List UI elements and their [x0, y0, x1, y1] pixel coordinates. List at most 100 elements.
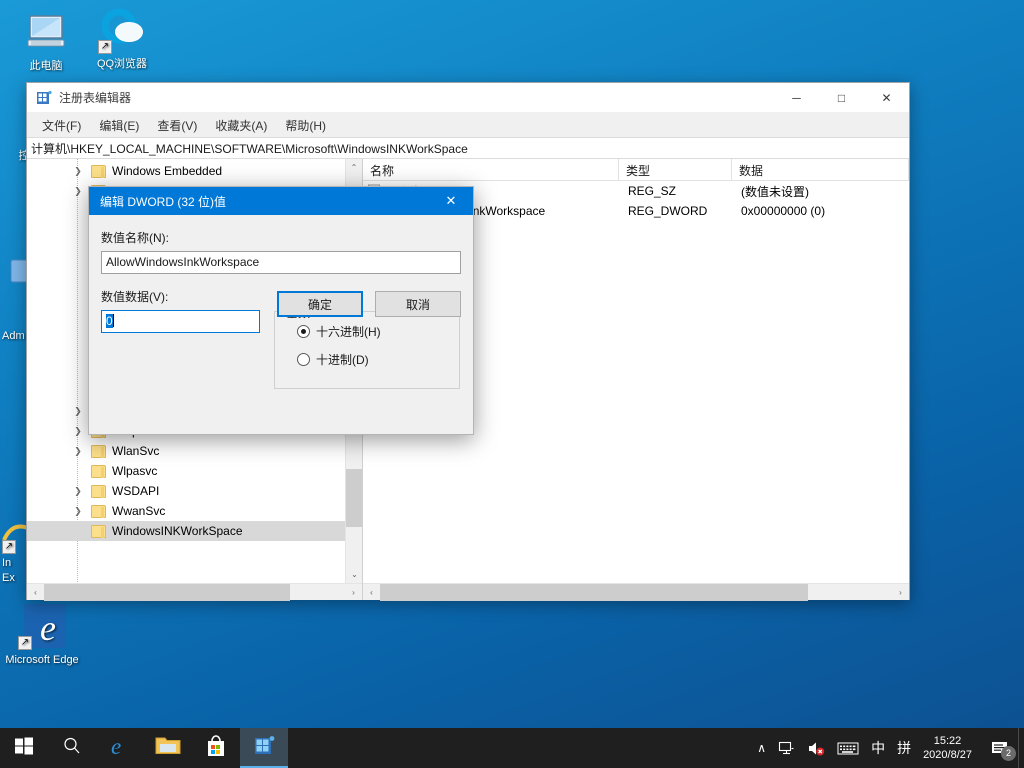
window-titlebar[interactable]: 注册表编辑器 ─ □ ✕: [27, 83, 909, 113]
folder-icon: [91, 164, 106, 178]
list-hscroll-thumb[interactable]: [380, 583, 808, 601]
start-button[interactable]: [0, 728, 48, 768]
cancel-button[interactable]: 取消: [375, 291, 461, 317]
radio-label: 十六进制(H): [316, 325, 381, 339]
tree-scroll-thumb[interactable]: [346, 469, 362, 527]
menu-favorites[interactable]: 收藏夹(A): [206, 114, 276, 137]
desktop-icon-qq-browser[interactable]: ↗ QQ浏览器: [84, 6, 160, 71]
menu-bar: 文件(F) 编辑(E) 查看(V) 收藏夹(A) 帮助(H): [27, 113, 909, 137]
base-fieldset: 基数 十六进制(H) 十进制(D): [274, 304, 460, 389]
store-icon: [204, 734, 228, 763]
tree-item-label: WwanSvc: [112, 504, 166, 518]
radio-hexadecimal[interactable]: 十六进制(H): [297, 323, 459, 340]
desktop-icon-this-pc[interactable]: 此电脑: [8, 8, 84, 73]
value-type: REG_DWORD: [628, 204, 708, 218]
scroll-left-icon[interactable]: ‹: [27, 588, 44, 597]
scroll-right-icon[interactable]: ›: [345, 588, 362, 597]
scroll-up-icon[interactable]: ⌃: [346, 159, 362, 176]
desktop-icon-label: 此电脑: [29, 60, 63, 72]
ok-button[interactable]: 确定: [277, 291, 363, 317]
ime-pinyin-button[interactable]: 拼: [891, 728, 917, 768]
chevron-right-icon[interactable]: ❯: [71, 504, 85, 518]
address-path: 计算机\HKEY_LOCAL_MACHINE\SOFTWARE\Microsof…: [31, 141, 468, 156]
tree-hscroll-trough[interactable]: [44, 583, 345, 601]
store-button[interactable]: [192, 728, 240, 768]
regedit-button[interactable]: [240, 728, 288, 768]
address-bar[interactable]: 计算机\HKEY_LOCAL_MACHINE\SOFTWARE\Microsof…: [27, 137, 909, 159]
tree-item-windowsinkworkspace[interactable]: WindowsINKWorkSpace: [27, 521, 362, 541]
radio-on-icon[interactable]: [297, 325, 310, 338]
chevron-right-icon[interactable]: ❯: [71, 164, 85, 178]
keyboard-icon[interactable]: [831, 728, 865, 768]
regedit-icon: [36, 90, 52, 106]
menu-view[interactable]: 查看(V): [148, 114, 206, 137]
list-header: 名称 类型 数据: [363, 159, 909, 181]
file-explorer-button[interactable]: [144, 728, 192, 768]
chevron-right-icon[interactable]: ❯: [71, 484, 85, 498]
minimize-button[interactable]: ─: [774, 83, 819, 113]
edge-icon: e: [107, 733, 133, 764]
search-button[interactable]: [48, 728, 96, 768]
show-desktop-button[interactable]: [1018, 728, 1024, 768]
show-hidden-icons-button[interactable]: ∧: [751, 728, 772, 768]
maximize-button[interactable]: □: [819, 83, 864, 113]
chevron-right-icon[interactable]: ❯: [71, 404, 85, 418]
tree-item-wwansvc[interactable]: ❯ WwanSvc: [27, 501, 362, 521]
dialog-buttons: 确定 取消: [277, 291, 461, 317]
menu-help[interactable]: 帮助(H): [276, 114, 335, 137]
window-controls: ─ □ ✕: [774, 83, 909, 113]
column-header-data[interactable]: 数据: [732, 159, 909, 180]
shortcut-arrow-icon: ↗: [18, 636, 32, 650]
clock[interactable]: 15:22 2020/8/27: [917, 728, 982, 768]
network-icon[interactable]: [772, 728, 801, 768]
tree-item-label: Wlpasvc: [112, 464, 158, 478]
tree-item-wlpasvc[interactable]: Wlpasvc: [27, 461, 362, 481]
tree-item-wsdapi[interactable]: ❯ WSDAPI: [27, 481, 362, 501]
value-data-input[interactable]: 0: [101, 310, 260, 333]
tree-horizontal-scrollbar[interactable]: ‹ ›: [27, 583, 362, 601]
volume-muted-icon[interactable]: [801, 728, 831, 768]
desktop-icon-microsoft-edge[interactable]: e ↗ Microsoft Edge: [4, 602, 80, 667]
menu-edit[interactable]: 编辑(E): [90, 114, 148, 137]
value-type: REG_SZ: [628, 184, 677, 198]
dialog-close-button[interactable]: ✕: [429, 187, 473, 215]
value-data: (数值未设置): [741, 184, 809, 199]
value-name-text: AllowWindowsInkWorkspace: [106, 255, 260, 269]
value-name-input[interactable]: AllowWindowsInkWorkspace: [101, 251, 461, 274]
tree-item-label: WindowsINKWorkSpace: [112, 524, 243, 538]
notification-center-button[interactable]: 2: [982, 728, 1018, 768]
ime-mode-button[interactable]: 中: [865, 728, 891, 768]
tree-hscroll-thumb[interactable]: [44, 583, 290, 601]
folder-icon: [91, 444, 106, 458]
chevron-right-icon[interactable]: ❯: [71, 184, 85, 198]
edge-button[interactable]: e: [96, 728, 144, 768]
text-caret: [112, 314, 114, 327]
close-button[interactable]: ✕: [864, 83, 909, 113]
chevron-right-icon[interactable]: ❯: [71, 424, 85, 438]
column-header-name[interactable]: 名称: [363, 159, 619, 180]
qq-browser-icon: ↗: [98, 6, 146, 54]
notification-badge: 2: [1001, 746, 1016, 761]
folder-icon: [91, 484, 106, 498]
tree-item-windows-embedded[interactable]: ❯ Windows Embedded: [27, 161, 362, 181]
dialog-titlebar[interactable]: 编辑 DWORD (32 位)值 ✕: [89, 187, 473, 215]
list-horizontal-scrollbar[interactable]: ‹ ›: [363, 583, 909, 601]
dialog-title: 编辑 DWORD (32 位)值: [100, 194, 227, 209]
shortcut-arrow-icon: ↗: [98, 40, 112, 54]
list-hscroll-trough[interactable]: [380, 583, 892, 601]
radio-off-icon[interactable]: [297, 353, 310, 366]
menu-file[interactable]: 文件(F): [33, 114, 90, 137]
taskbar: e ∧ 中 拼 15:22 2020/8/27 2: [0, 728, 1024, 768]
clock-time: 15:22: [933, 735, 962, 747]
scroll-down-icon[interactable]: ⌄: [346, 566, 362, 583]
tree-item-wlansvc[interactable]: ❯ WlanSvc: [27, 441, 362, 461]
desktop-icon-label: QQ浏览器: [96, 58, 148, 70]
value-name-label: 数值名称(N):: [101, 231, 169, 245]
scroll-right-icon[interactable]: ›: [892, 588, 909, 597]
column-header-type[interactable]: 类型: [619, 159, 732, 180]
folder-icon: [91, 464, 106, 478]
tree-item-label: Windows Embedded: [112, 164, 223, 178]
radio-decimal[interactable]: 十进制(D): [297, 351, 459, 368]
chevron-right-icon[interactable]: ❯: [71, 444, 85, 458]
scroll-left-icon[interactable]: ‹: [363, 588, 380, 597]
